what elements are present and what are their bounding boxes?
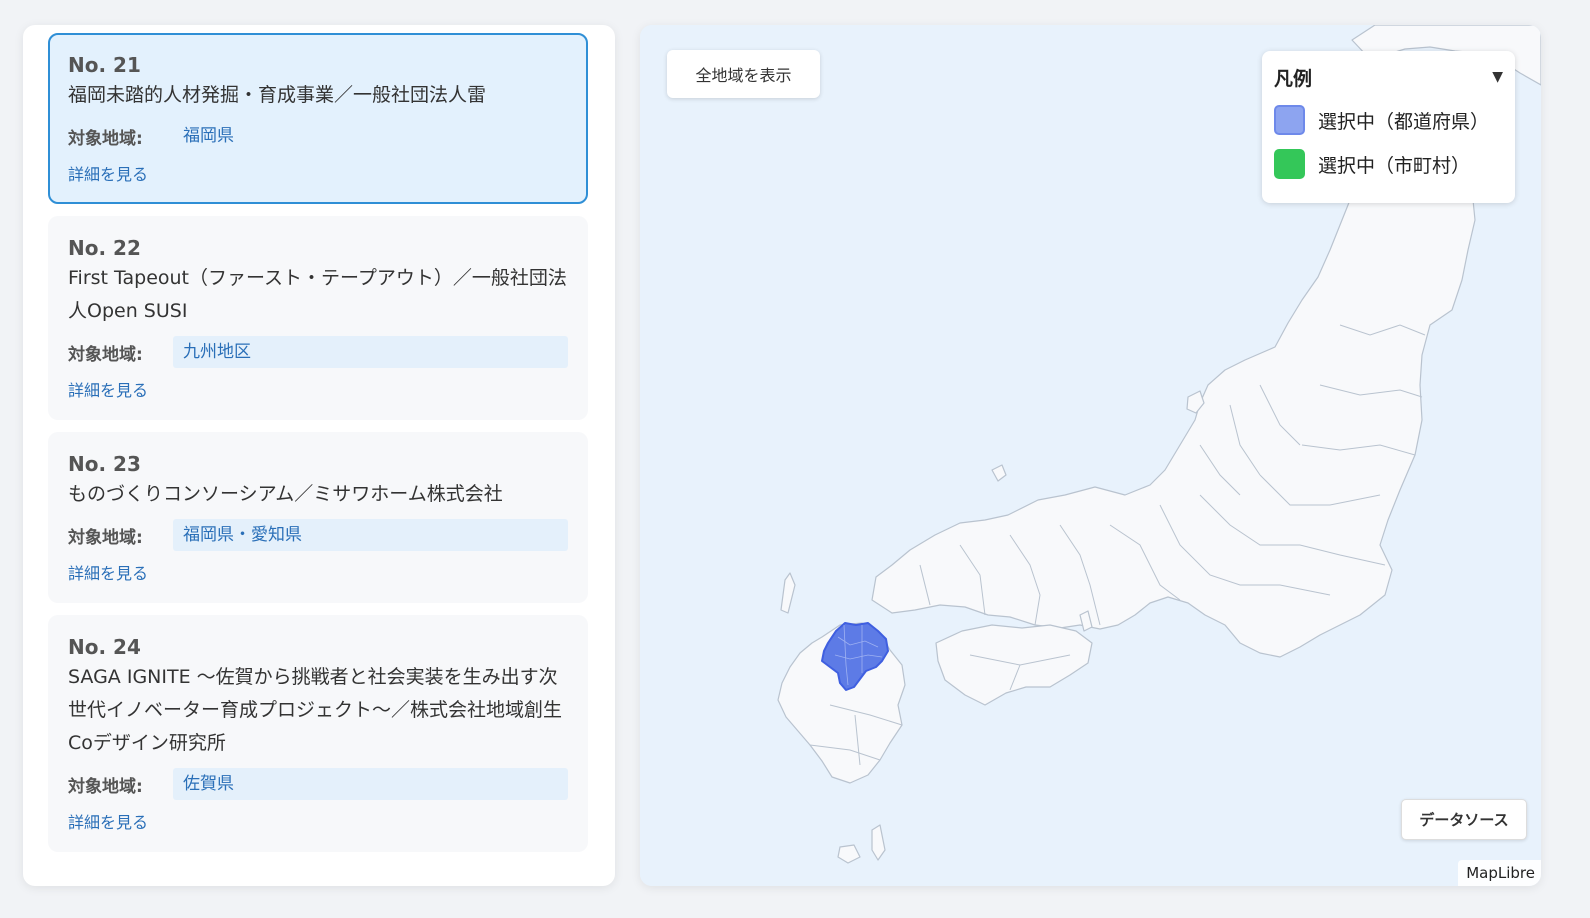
region-row: 対象地域: 佐賀県 (68, 768, 568, 800)
map-legend: 凡例 ▼ 選択中（都道府県） 選択中（市町村） (1262, 51, 1515, 203)
legend-item-prefecture: 選択中（都道府県） (1274, 105, 1503, 135)
project-card-21[interactable]: No. 21 福岡未踏的人材発掘・育成事業／一般社団法人雷 対象地域: 福岡県 … (48, 33, 588, 204)
legend-item-municipality: 選択中（市町村） (1274, 149, 1503, 179)
region-label: 対象地域: (68, 128, 143, 149)
project-card-24[interactable]: No. 24 SAGA IGNITE 〜佐賀から挑戦者と社会実装を生み出す次世代… (48, 615, 588, 852)
region-value: 福岡県 (183, 126, 234, 146)
card-number: No. 21 (68, 53, 141, 77)
card-title: First Tapeout（ファースト・テープアウト）／一般社団法人Open S… (68, 267, 567, 322)
region-label: 対象地域: (68, 527, 143, 548)
detail-link[interactable]: 詳細を見る (68, 563, 568, 585)
detail-link[interactable]: 詳細を見る (68, 380, 568, 402)
map-attribution[interactable]: MapLibre (1458, 860, 1541, 886)
card-number: No. 22 (68, 236, 141, 260)
region-value: 佐賀県 (173, 768, 568, 800)
region-row: 対象地域: 福岡県・愛知県 (68, 519, 568, 551)
project-card-list: No. 21 福岡未踏的人材発掘・育成事業／一般社団法人雷 対象地域: 福岡県 … (48, 33, 588, 864)
legend-swatch-prefecture (1274, 105, 1305, 135)
legend-header[interactable]: 凡例 ▼ (1274, 63, 1503, 91)
region-value: 福岡県・愛知県 (173, 519, 568, 551)
region-label: 対象地域: (68, 344, 143, 365)
detail-link[interactable]: 詳細を見る (68, 812, 568, 834)
project-card-23[interactable]: No. 23 ものづくりコンソーシアム／ミサワホーム株式会社 対象地域: 福岡県… (48, 432, 588, 603)
project-card-22[interactable]: No. 22 First Tapeout（ファースト・テープアウト）／一般社団法… (48, 216, 588, 420)
region-label: 対象地域: (68, 776, 143, 797)
region-value: 九州地区 (173, 336, 568, 368)
card-number: No. 24 (68, 635, 141, 659)
data-source-button[interactable]: データソース (1401, 799, 1527, 840)
card-title: 福岡未踏的人材発掘・育成事業／一般社団法人雷 (68, 84, 487, 106)
show-all-regions-button[interactable]: 全地域を表示 (667, 50, 820, 98)
detail-link[interactable]: 詳細を見る (68, 164, 568, 186)
card-number: No. 23 (68, 452, 141, 476)
legend-collapse-toggle[interactable]: ▼ (1492, 69, 1503, 85)
region-row: 対象地域: 九州地区 (68, 336, 568, 368)
map-panel[interactable]: 全地域を表示 凡例 ▼ 選択中（都道府県） 選択中（市町村） データソース Ma… (640, 25, 1541, 886)
legend-label-prefecture: 選択中（都道府県） (1318, 110, 1490, 133)
legend-title: 凡例 (1274, 67, 1313, 90)
region-row: 対象地域: 福岡県 (68, 120, 568, 152)
legend-swatch-municipality (1274, 149, 1305, 179)
card-title: SAGA IGNITE 〜佐賀から挑戦者と社会実装を生み出す次世代イノベーター育… (68, 666, 563, 754)
legend-label-municipality: 選択中（市町村） (1318, 154, 1471, 177)
card-title: ものづくりコンソーシアム／ミサワホーム株式会社 (68, 483, 503, 505)
project-list-panel: No. 21 福岡未踏的人材発掘・育成事業／一般社団法人雷 対象地域: 福岡県 … (23, 25, 615, 886)
